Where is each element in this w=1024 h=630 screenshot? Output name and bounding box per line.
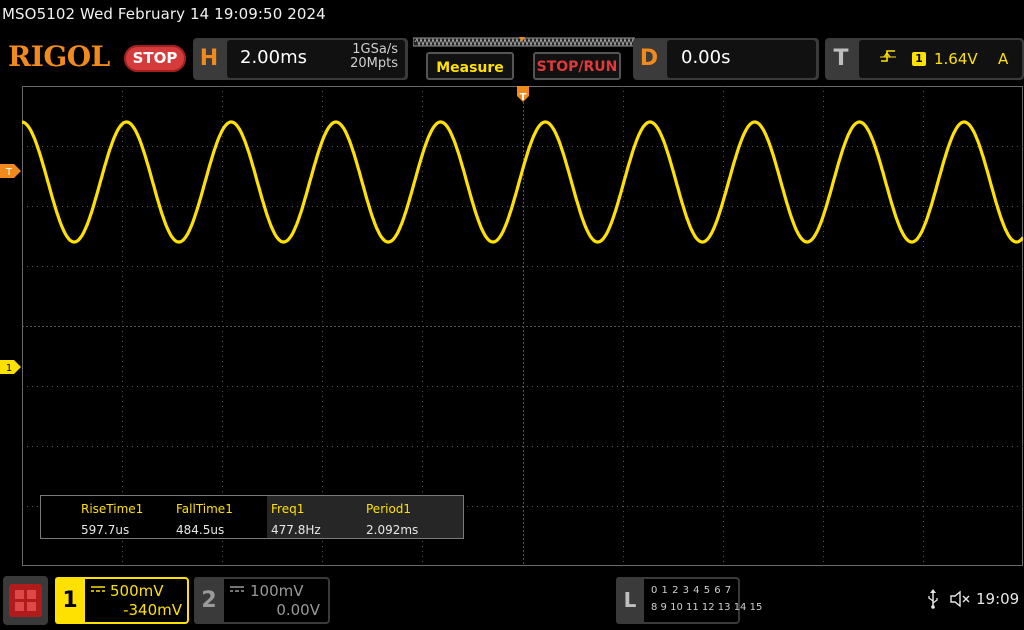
- measurement-name: Freq1: [271, 502, 305, 516]
- measurement-value: 597.7us: [81, 523, 130, 537]
- sample-info: 1GSa/s 20Mpts: [330, 43, 398, 71]
- rising-edge-icon: [880, 50, 896, 62]
- measurement-value: 2.092ms: [366, 523, 419, 537]
- measurement-name: Period1: [366, 502, 412, 516]
- channel1-scale: 500mV: [110, 582, 164, 600]
- trigger-level-value: 1.64V: [934, 50, 978, 68]
- measurement-item: RiseTime1 597.7us: [41, 496, 143, 538]
- trigger-level-marker[interactable]: T: [0, 164, 22, 178]
- measurement-item-highlighted: Period1 2.092ms: [363, 496, 463, 538]
- measure-button[interactable]: Measure: [426, 52, 514, 80]
- trigger-position-label: T: [520, 92, 527, 103]
- graticule: [22, 86, 1023, 566]
- delay-value: 0.00s: [681, 47, 731, 68]
- channel2-offset: 0.00V: [276, 601, 320, 619]
- mute-icon[interactable]: [950, 590, 972, 608]
- memory-depth: 20Mpts: [350, 56, 398, 71]
- clock: 19:09: [976, 590, 1020, 608]
- logic-channels-row1: 0 1 2 3 4 5 6 7: [651, 585, 732, 596]
- memory-position-bar[interactable]: [413, 37, 635, 47]
- delay-key[interactable]: D: [633, 38, 665, 80]
- trigger-source-badge: 1: [912, 52, 926, 66]
- logic-channels-row2: 8 9 10 11 12 13 14 15: [651, 602, 763, 613]
- channel1-marker-label: 1: [6, 363, 12, 374]
- stop-run-button[interactable]: STOP/RUN: [533, 52, 621, 80]
- measurement-value: 484.5us: [176, 523, 225, 537]
- channel1-offset: -340mV: [123, 601, 182, 619]
- logic-analyzer-key[interactable]: L: [616, 577, 644, 624]
- usb-icon: [928, 589, 938, 609]
- trigger-mode: A: [998, 50, 1009, 68]
- app-grid-icon: [9, 584, 42, 617]
- channel1-offset-marker[interactable]: 1: [0, 360, 22, 374]
- window-title: MSO5102 Wed February 14 19:09:50 2024: [2, 5, 326, 23]
- dc-coupling-icon: [91, 586, 105, 592]
- measurement-results-panel[interactable]: RiseTime1 597.7us FallTime1 484.5us Freq…: [40, 495, 464, 539]
- channel1-number[interactable]: 1: [55, 577, 85, 624]
- brand-logo: RIGOL: [8, 40, 110, 73]
- horizontal-key[interactable]: H: [193, 38, 225, 80]
- sample-rate: 1GSa/s: [352, 42, 398, 57]
- timebase-value: 2.00ms: [240, 47, 307, 68]
- trigger-level-marker-label: T: [5, 167, 13, 178]
- measurement-name: FallTime1: [176, 502, 233, 516]
- acquisition-status-badge: STOP: [124, 45, 186, 72]
- measurement-name: RiseTime1: [81, 502, 144, 516]
- measurement-item: FallTime1 484.5us: [137, 496, 233, 538]
- main-menu-button[interactable]: [3, 576, 48, 625]
- trigger-key[interactable]: T: [825, 38, 857, 80]
- measurement-item-highlighted: Freq1 477.8Hz: [267, 496, 363, 538]
- measurement-value: 477.8Hz: [271, 523, 321, 537]
- channel1-trace: [22, 120, 1023, 244]
- dc-coupling-icon: [230, 586, 244, 592]
- channel2-number[interactable]: 2: [194, 577, 224, 624]
- waveform-display[interactable]: T: [22, 86, 1023, 566]
- channel2-scale: 100mV: [250, 582, 304, 600]
